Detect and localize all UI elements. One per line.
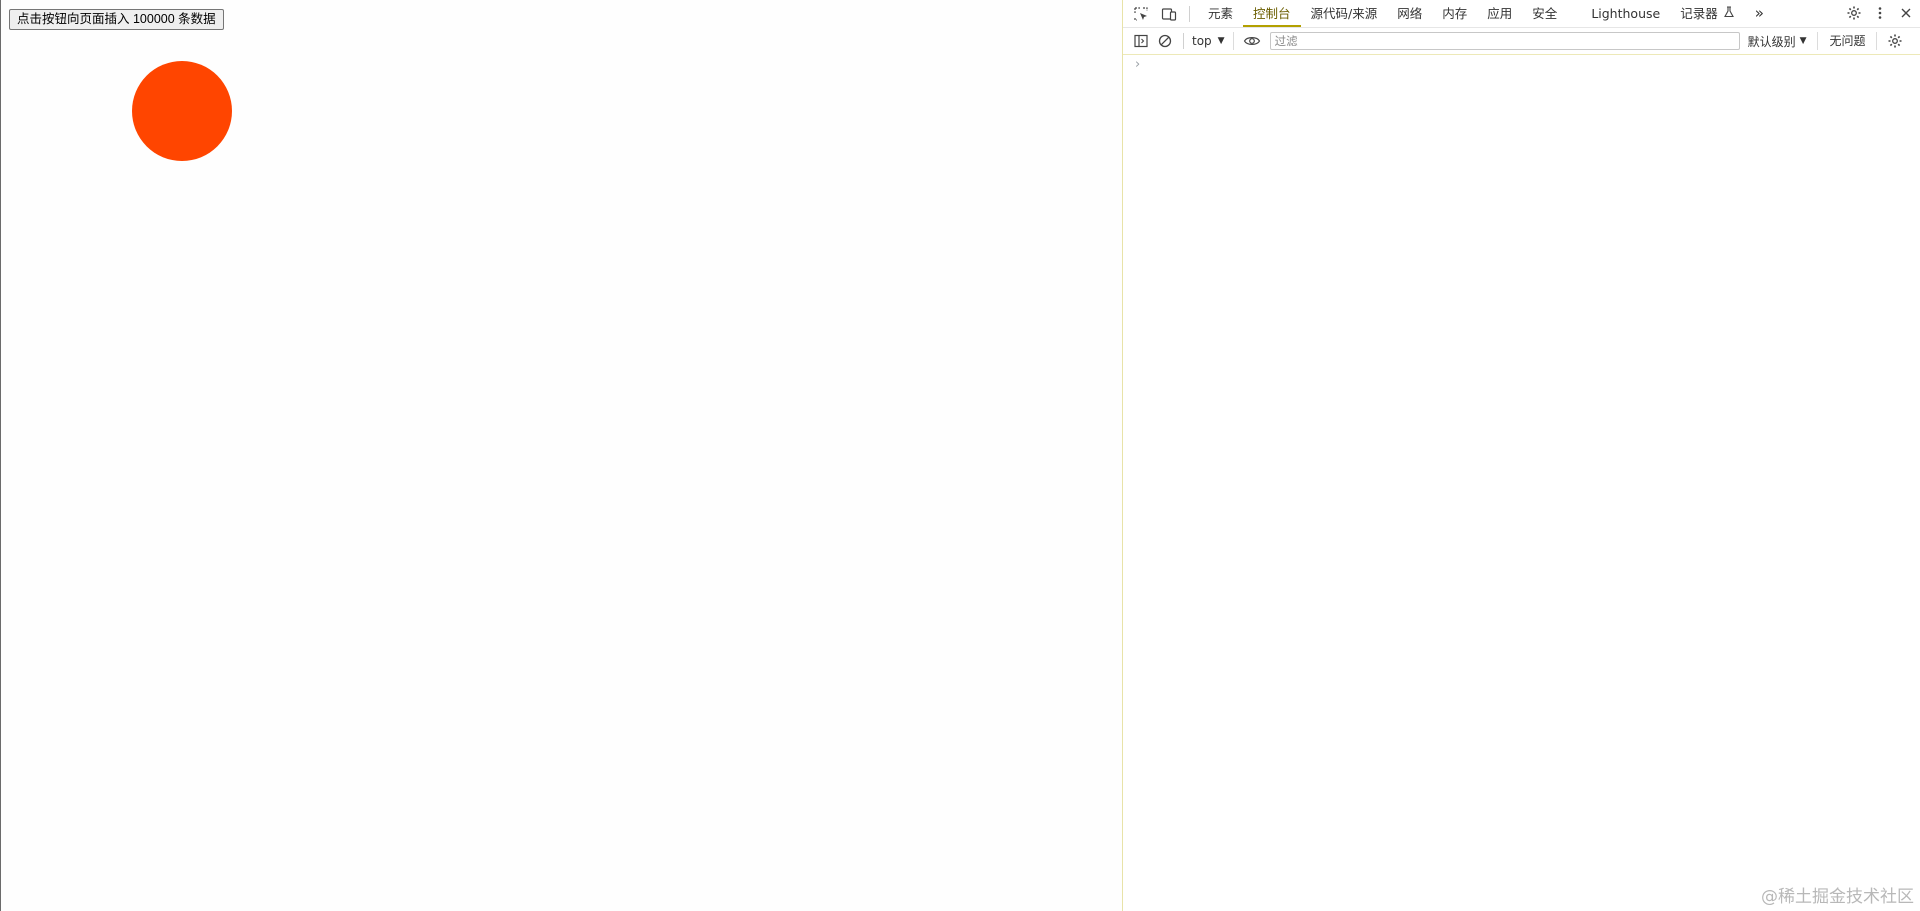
tab-memory[interactable]: 内存 <box>1432 0 1477 27</box>
log-level-selector[interactable]: 默认级别 ▼ <box>1748 32 1818 50</box>
inspect-element-icon[interactable] <box>1131 4 1151 24</box>
context-value: top <box>1192 34 1212 48</box>
device-toolbar-icon[interactable] <box>1159 4 1179 24</box>
gear-icon[interactable] <box>1844 3 1864 23</box>
close-icon[interactable] <box>1896 3 1916 23</box>
insert-data-button[interactable]: 点击按钮向页面插入 100000 条数据 <box>9 9 224 30</box>
orange-circle <box>132 61 232 161</box>
console-settings-icon[interactable] <box>1885 31 1905 51</box>
clear-console-icon[interactable] <box>1155 31 1175 51</box>
devtools-tab-bar: 元素 控制台 源代码/来源 网络 内存 应用 安全 Lighthouse 记录器… <box>1123 0 1920 28</box>
kebab-menu-icon[interactable] <box>1870 3 1890 23</box>
tab-lighthouse[interactable]: Lighthouse <box>1581 0 1670 27</box>
dropdown-arrow-icon: ▼ <box>1799 36 1807 46</box>
tab-elements[interactable]: 元素 <box>1198 0 1243 27</box>
flask-icon <box>1723 0 1735 27</box>
eye-icon[interactable] <box>1242 31 1262 51</box>
tab-console[interactable]: 控制台 <box>1243 0 1301 27</box>
tab-recorder[interactable]: 记录器 <box>1670 0 1745 27</box>
filter-input[interactable] <box>1269 32 1740 50</box>
issues-button[interactable]: 无问题 <box>1830 32 1877 50</box>
divider <box>1189 5 1190 22</box>
sidebar-toggle-icon[interactable] <box>1131 31 1151 51</box>
watermark: @稀土掘金技术社区 <box>1761 887 1914 907</box>
tab-recorder-label: 记录器 <box>1680 6 1718 21</box>
console-prompt[interactable]: › <box>1135 57 1140 72</box>
console-toolbar: top ▼ 默认级别 ▼ 无问题 <box>1123 28 1920 55</box>
log-level-value: 默认级别 <box>1747 34 1796 49</box>
web-page: 点击按钮向页面插入 100000 条数据 <box>0 0 1122 911</box>
dropdown-arrow-icon: ▼ <box>1217 36 1225 46</box>
divider <box>1183 33 1184 49</box>
tab-network[interactable]: 网络 <box>1387 0 1432 27</box>
context-selector[interactable]: top ▼ <box>1192 32 1234 50</box>
tab-sources[interactable]: 源代码/来源 <box>1301 0 1388 27</box>
more-tabs-button[interactable]: » <box>1745 0 1774 27</box>
tab-application[interactable]: 应用 <box>1477 0 1522 27</box>
devtools-panel: 元素 控制台 源代码/来源 网络 内存 应用 安全 Lighthouse 记录器… <box>1122 0 1920 911</box>
tab-security[interactable]: 安全 <box>1522 0 1567 27</box>
console-output[interactable]: › <box>1123 55 1920 911</box>
